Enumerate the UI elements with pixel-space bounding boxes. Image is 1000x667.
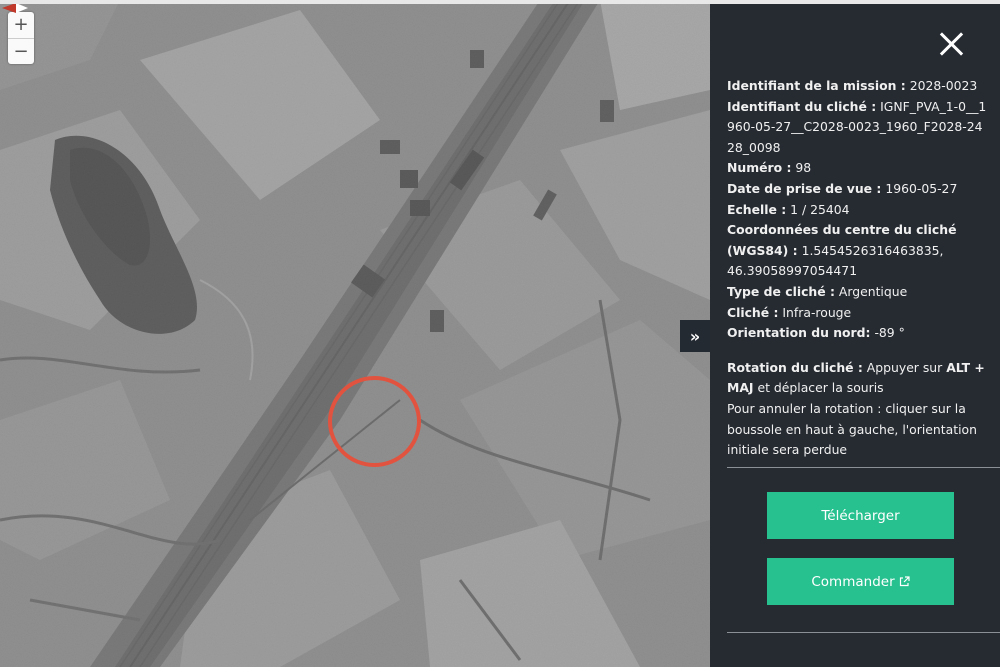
field-coordinates: Coordonnées du centre du cliché (WGS84) …: [727, 220, 989, 282]
rotation-text-2: et déplacer la souris: [757, 380, 884, 396]
field-scale: Echelle : 1 / 25404: [727, 200, 989, 221]
download-button[interactable]: Télécharger: [767, 492, 954, 539]
photo-info: Identifiant de la mission : 2028-0023 Id…: [727, 76, 989, 461]
center-marker: [328, 376, 421, 467]
field-value: Infra-rouge: [782, 304, 852, 320]
field-north: Orientation du nord: -89 °: [727, 323, 989, 344]
field-type: Type de cliché : Argentique: [727, 282, 989, 303]
field-label: Echelle :: [727, 201, 787, 217]
field-label: Orientation du nord:: [727, 325, 871, 341]
field-photo-kind: Cliché : Infra-rouge: [727, 303, 989, 324]
field-value: 2028-0023: [909, 78, 978, 93]
field-value: -89 °: [874, 325, 905, 341]
rotation-label: Rotation du cliché :: [727, 359, 863, 375]
order-label: Commander: [811, 573, 895, 590]
field-label: Cliché :: [727, 304, 779, 320]
field-photo-id: Identifiant du cliché : IGNF_PVA_1-0__19…: [727, 97, 989, 159]
field-value: 1960-05-27: [885, 180, 958, 196]
field-value: 1 / 25404: [790, 201, 850, 217]
field-value: Argentique: [838, 283, 908, 299]
collapse-panel-button[interactable]: »: [680, 320, 710, 352]
field-label: Date de prise de vue :: [727, 180, 882, 196]
field-date: Date de prise de vue : 1960-05-27: [727, 179, 989, 200]
field-mission-id: Identifiant de la mission : 2028-0023: [727, 76, 989, 97]
order-button[interactable]: Commander: [767, 558, 954, 605]
external-link-icon: [899, 576, 910, 587]
rotation-cancel-help: Pour annuler la rotation : cliquer sur l…: [727, 400, 977, 458]
info-panel: Identifiant de la mission : 2028-0023 Id…: [710, 4, 1000, 667]
download-label: Télécharger: [821, 507, 900, 524]
field-label: Numéro :: [727, 160, 792, 176]
field-label: Identifiant du cliché :: [727, 98, 877, 114]
field-number: Numéro : 98: [727, 158, 989, 179]
field-label: Identifiant de la mission :: [727, 78, 906, 93]
rotation-help: Rotation du cliché : Appuyer sur ALT + M…: [727, 358, 989, 399]
divider: [727, 467, 1000, 468]
aerial-photo-map[interactable]: + −: [0, 0, 710, 667]
zoom-control: + −: [8, 12, 34, 64]
divider: [727, 632, 1000, 633]
rotation-text: Appuyer sur: [866, 359, 943, 375]
zoom-out-button[interactable]: −: [8, 38, 34, 64]
aerial-photo-image: [0, 0, 710, 667]
close-icon[interactable]: [936, 29, 966, 59]
double-chevron-right-icon: »: [689, 326, 701, 346]
field-label: Type de cliché :: [727, 283, 835, 299]
field-value: 98: [795, 160, 812, 176]
